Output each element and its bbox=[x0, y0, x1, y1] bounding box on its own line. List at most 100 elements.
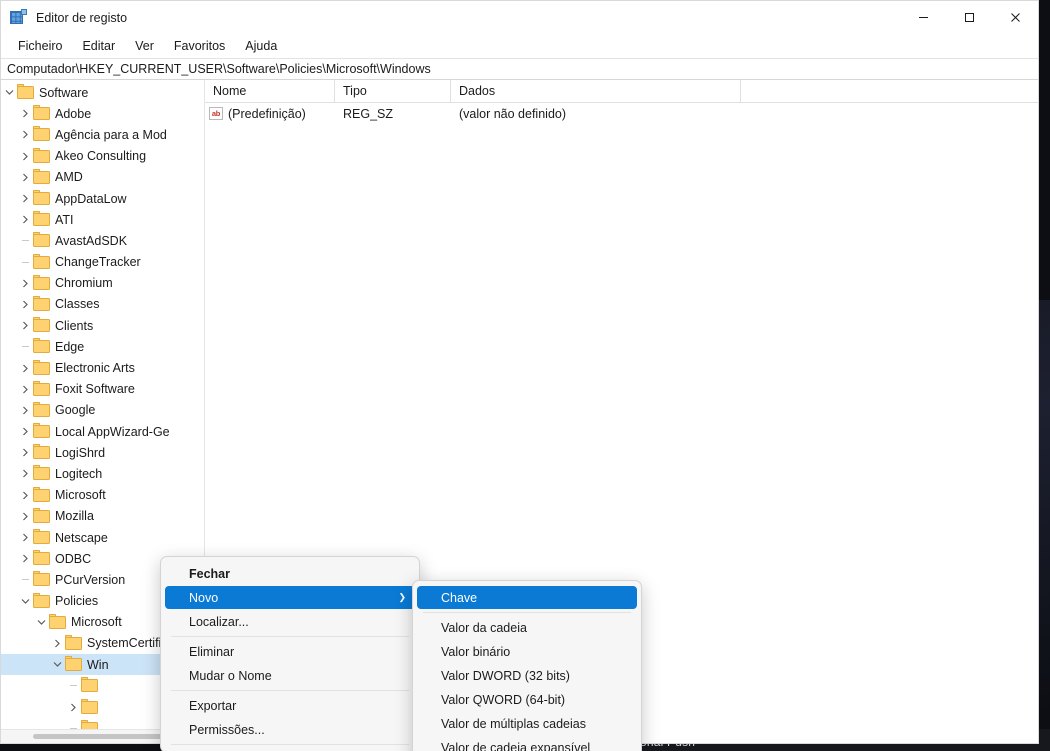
chevron-right-icon[interactable] bbox=[17, 215, 33, 224]
menu-ver[interactable]: Ver bbox=[126, 37, 163, 55]
chevron-right-icon[interactable] bbox=[17, 448, 33, 457]
menu-ajuda[interactable]: Ajuda bbox=[236, 37, 286, 55]
chevron-right-icon[interactable] bbox=[17, 279, 33, 288]
tree-node-avastadsdk[interactable]: AvastAdSDK bbox=[1, 230, 204, 251]
tree-node-classes[interactable]: Classes bbox=[1, 294, 204, 315]
menu-favoritos[interactable]: Favoritos bbox=[165, 37, 234, 55]
tree-node-local-appwizard-ge[interactable]: Local AppWizard-Ge bbox=[1, 421, 204, 442]
chevron-right-icon[interactable] bbox=[17, 321, 33, 330]
tree-node-label: Edge bbox=[55, 339, 85, 354]
chevron-right-icon[interactable] bbox=[17, 300, 33, 309]
context-menu-item-novo[interactable]: Novo ❯ bbox=[165, 586, 415, 609]
tree-node-akeo-consulting[interactable]: Akeo Consulting bbox=[1, 146, 204, 167]
tree-node-adobe[interactable]: Adobe bbox=[1, 103, 204, 124]
menu-ficheiro[interactable]: Ficheiro bbox=[9, 37, 71, 55]
tree-node-changetracker[interactable]: ChangeTracker bbox=[1, 252, 204, 273]
column-header-nome[interactable]: Nome bbox=[205, 80, 335, 102]
tree-node-label: Agência para a Mod bbox=[55, 127, 167, 142]
value-data-cell: (valor não definido) bbox=[459, 106, 567, 121]
minimize-button[interactable] bbox=[900, 1, 946, 34]
chevron-right-icon[interactable] bbox=[17, 427, 33, 436]
submenu-item-valor-de-m-ltiplas-cadeias[interactable]: Valor de múltiplas cadeias bbox=[417, 712, 637, 735]
window-controls bbox=[900, 1, 1038, 34]
column-header-dados[interactable]: Dados bbox=[451, 80, 741, 102]
folder-icon bbox=[33, 529, 50, 545]
context-menu-item-exportar[interactable]: Exportar bbox=[165, 694, 415, 717]
chevron-right-icon[interactable] bbox=[17, 491, 33, 500]
chevron-right-icon[interactable] bbox=[17, 469, 33, 478]
submenu-item-valor-dword-32-bits[interactable]: Valor DWORD (32 bits) bbox=[417, 664, 637, 687]
chevron-down-icon[interactable] bbox=[33, 619, 49, 626]
tree-node-foxit-software[interactable]: Foxit Software bbox=[1, 379, 204, 400]
chevron-right-icon[interactable] bbox=[17, 554, 33, 563]
folder-icon bbox=[81, 677, 98, 693]
folder-icon bbox=[33, 190, 50, 206]
title-bar: Editor de registo bbox=[1, 1, 1038, 34]
tree-node-logishrd[interactable]: LogiShrd bbox=[1, 442, 204, 463]
context-menu-item-label: Novo bbox=[189, 590, 219, 605]
chevron-right-icon[interactable] bbox=[17, 385, 33, 394]
column-header-tipo[interactable]: Tipo bbox=[335, 80, 451, 102]
context-menu-item-localizar[interactable]: Localizar... bbox=[165, 610, 415, 633]
tree-node-amd[interactable]: AMD bbox=[1, 167, 204, 188]
new-submenu[interactable]: Chave Valor da cadeia Valor binário Valor D… bbox=[412, 580, 642, 751]
tree-leaf-guide bbox=[17, 346, 33, 348]
tree-node-ag-ncia-para-a-mod[interactable]: Agência para a Mod bbox=[1, 124, 204, 145]
tree-leaf-guide bbox=[17, 261, 33, 263]
folder-icon bbox=[33, 444, 50, 460]
folder-icon bbox=[33, 423, 50, 439]
address-bar[interactable]: Computador\HKEY_CURRENT_USER\Software\Po… bbox=[1, 58, 1038, 80]
submenu-item-valor-da-cadeia[interactable]: Valor da cadeia bbox=[417, 616, 637, 639]
close-button[interactable] bbox=[992, 1, 1038, 34]
chevron-down-icon[interactable] bbox=[1, 89, 17, 96]
submenu-item-chave[interactable]: Chave bbox=[417, 586, 637, 609]
chevron-right-icon[interactable] bbox=[17, 194, 33, 203]
submenu-item-valor-de-cadeia-expans-vel[interactable]: Valor de cadeia expansível bbox=[417, 736, 637, 751]
tree-node-electronic-arts[interactable]: Electronic Arts bbox=[1, 357, 204, 378]
tree-node-clients[interactable]: Clients bbox=[1, 315, 204, 336]
chevron-right-icon[interactable] bbox=[17, 512, 33, 521]
tree-node-logitech[interactable]: Logitech bbox=[1, 463, 204, 484]
context-menu-item-eliminar[interactable]: Eliminar bbox=[165, 640, 415, 663]
tree-node-label: AppDataLow bbox=[55, 191, 127, 206]
tree-node-label: SystemCertific bbox=[87, 636, 168, 651]
chevron-right-icon[interactable] bbox=[17, 406, 33, 415]
tree-node-label: Local AppWizard-Ge bbox=[55, 424, 170, 439]
table-row[interactable]: ab (Predefinição) REG_SZ (valor não defi… bbox=[205, 103, 1038, 124]
submenu-item-valor-bin-rio[interactable]: Valor binário bbox=[417, 640, 637, 663]
chevron-right-icon[interactable] bbox=[17, 152, 33, 161]
chevron-right-icon[interactable] bbox=[17, 173, 33, 182]
context-menu-item-mudar-o-nome[interactable]: Mudar o Nome bbox=[165, 664, 415, 687]
chevron-right-icon[interactable] bbox=[17, 109, 33, 118]
window-title: Editor de registo bbox=[36, 10, 128, 25]
tree-node-label: ChangeTracker bbox=[55, 255, 141, 270]
chevron-right-icon[interactable] bbox=[17, 130, 33, 139]
context-menu-item-permiss-es[interactable]: Permissões... bbox=[165, 718, 415, 741]
context-menu[interactable]: Fechar Novo ❯ Localizar... Eliminar Mudar o N… bbox=[160, 556, 420, 751]
context-menu-item-label: Fechar bbox=[189, 566, 230, 581]
tree-node-chromium[interactable]: Chromium bbox=[1, 273, 204, 294]
chevron-right-icon[interactable] bbox=[65, 703, 81, 712]
context-menu-item-fechar[interactable]: Fechar bbox=[165, 562, 415, 585]
menu-editar[interactable]: Editar bbox=[73, 37, 124, 55]
maximize-button[interactable] bbox=[946, 1, 992, 34]
chevron-down-icon[interactable] bbox=[49, 661, 65, 668]
tree-node-label: AvastAdSDK bbox=[55, 233, 128, 248]
tree-node-appdatalow[interactable]: AppDataLow bbox=[1, 188, 204, 209]
tree-node-netscape[interactable]: Netscape bbox=[1, 527, 204, 548]
tree-node-ati[interactable]: ATI bbox=[1, 209, 204, 230]
tree-node-google[interactable]: Google bbox=[1, 400, 204, 421]
submenu-item-valor-qword-64-bit[interactable]: Valor QWORD (64-bit) bbox=[417, 688, 637, 711]
chevron-right-icon[interactable] bbox=[17, 364, 33, 373]
tree-node-software[interactable]: Software bbox=[1, 82, 204, 103]
tree-node-mozilla[interactable]: Mozilla bbox=[1, 506, 204, 527]
tree-node-microsoft[interactable]: Microsoft bbox=[1, 485, 204, 506]
chevron-right-icon[interactable] bbox=[49, 639, 65, 648]
chevron-down-icon[interactable] bbox=[17, 598, 33, 605]
chevron-right-icon[interactable] bbox=[17, 533, 33, 542]
tree-node-label: ATI bbox=[55, 212, 74, 227]
tree-node-label: Mozilla bbox=[55, 509, 94, 524]
context-menu-separator bbox=[171, 690, 409, 691]
tree-node-edge[interactable]: Edge bbox=[1, 336, 204, 357]
folder-icon bbox=[33, 211, 50, 227]
